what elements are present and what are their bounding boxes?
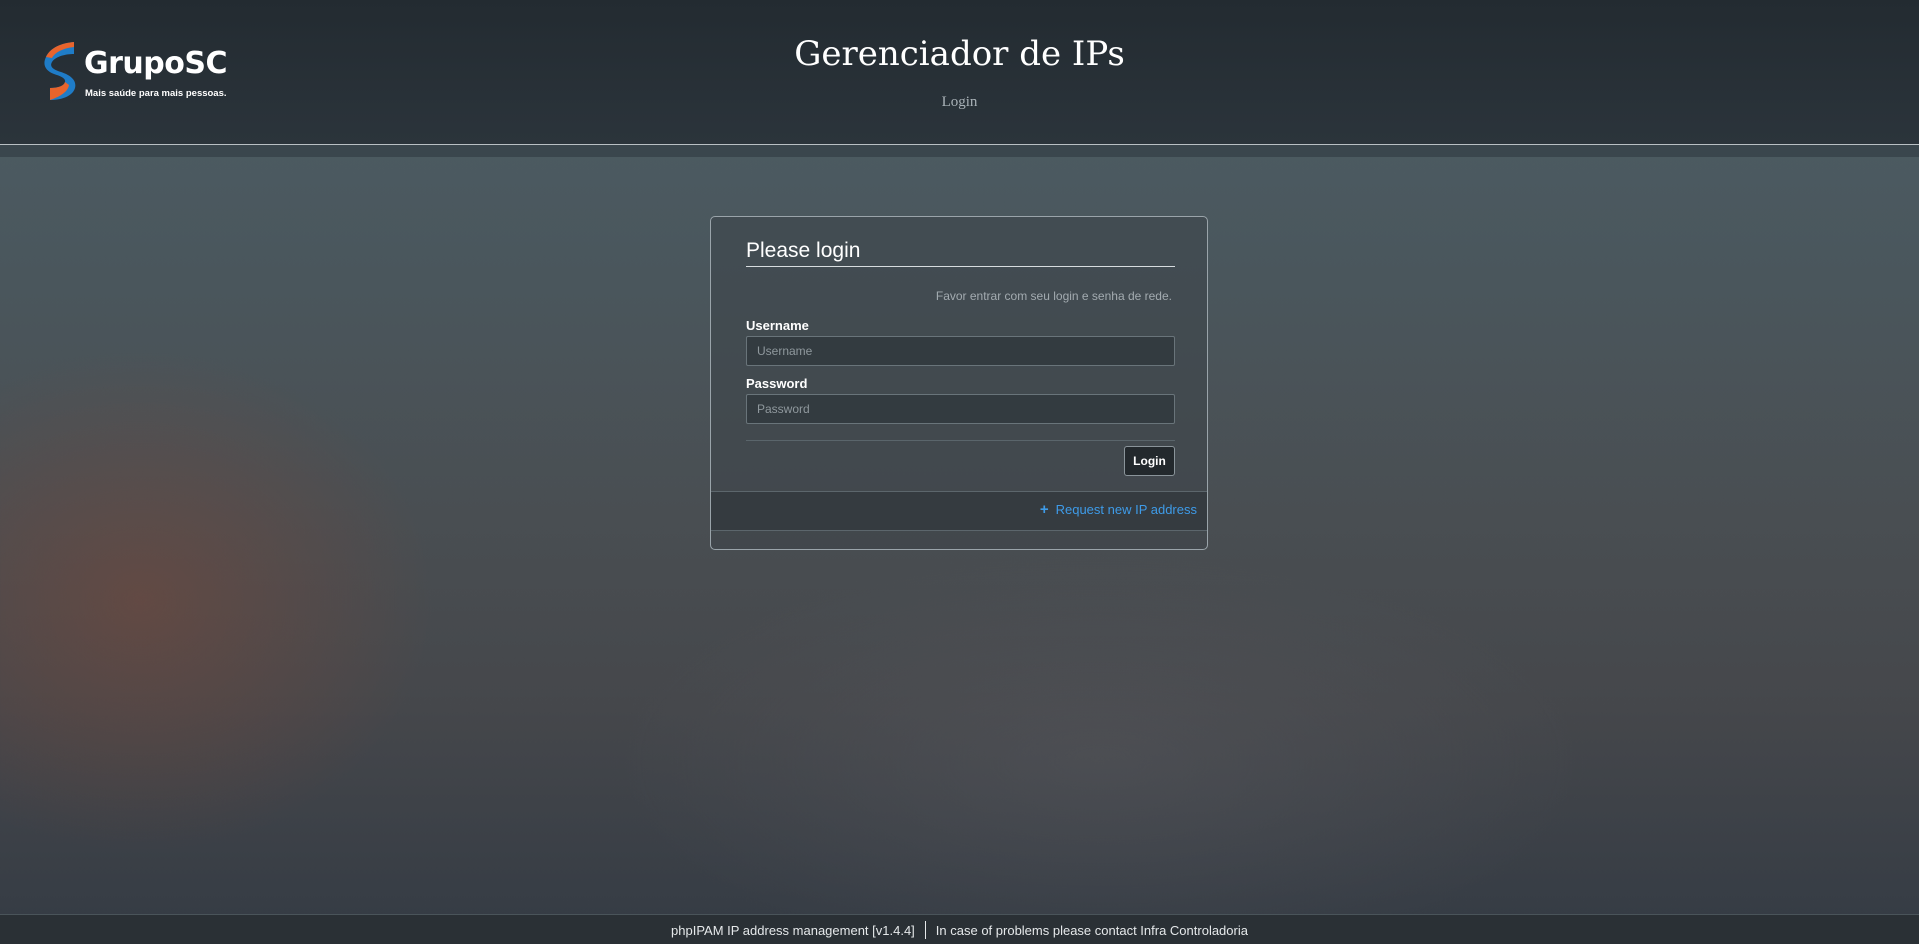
login-button[interactable]: Login — [1124, 446, 1175, 476]
contact-text: In case of problems please contact Infra… — [935, 922, 1248, 938]
panel-footer: + Request new IP address — [711, 491, 1207, 531]
plus-icon: + — [1039, 501, 1049, 518]
page-footer: phpIPAM IP address management [v1.4.4] I… — [0, 914, 1919, 944]
request-ip-label: Request new IP address — [1055, 502, 1197, 517]
page-subtitle: Login — [941, 94, 978, 110]
request-ip-link[interactable]: + Request new IP address — [1040, 502, 1197, 517]
login-heading: Please login — [746, 239, 861, 262]
footer-separator — [924, 921, 926, 939]
heading-divider — [746, 266, 1175, 267]
password-input[interactable] — [746, 394, 1175, 424]
login-panel: Please login Favor entrar com seu login … — [710, 216, 1208, 550]
page-title: Gerenciador de IPs — [794, 34, 1125, 74]
header-divider — [0, 145, 1919, 157]
app-version-text: phpIPAM IP address management [v1.4.4] — [671, 922, 915, 938]
page-header: GrupoSC Mais saúde para mais pessoas. Ge… — [0, 0, 1919, 145]
username-input[interactable] — [746, 336, 1175, 366]
login-hint: Favor entrar com seu login e senha de re… — [935, 289, 1172, 303]
username-label: Username — [746, 318, 809, 333]
password-label: Password — [746, 376, 808, 391]
form-divider — [746, 440, 1175, 441]
